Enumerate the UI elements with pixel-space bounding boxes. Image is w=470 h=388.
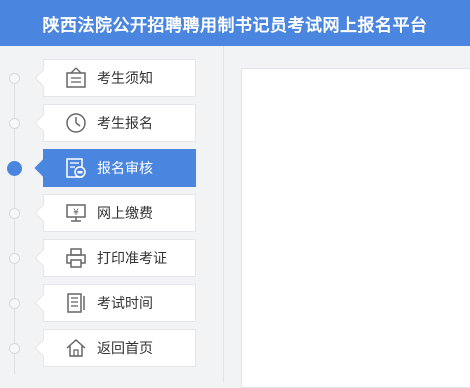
nav-label: 报名审核 [97,161,153,177]
printer-icon [64,246,88,270]
nav-label: 网上缴费 [97,206,153,222]
step-dot [9,253,20,264]
review-icon [64,156,88,180]
home-icon [64,336,88,360]
step-dot [9,343,20,354]
clock-icon [64,111,88,135]
step-dot [9,73,20,84]
svg-text:¥: ¥ [73,208,79,218]
nav-item-exam-time[interactable]: 考试时间 [34,284,196,322]
nav-item-print-admission[interactable]: 打印准考证 [34,239,196,277]
nav-label: 打印准考证 [97,251,167,267]
step-dot [9,298,20,309]
document-icon [64,291,88,315]
step-dot-active [7,161,22,176]
nav-item-home[interactable]: 返回首页 [34,329,196,367]
nav-label: 返回首页 [97,341,153,357]
page-title: 陕西法院公开招聘聘用制书记员考试网上报名平台 [42,15,428,36]
nav-item-register[interactable]: 考生报名 [34,104,196,142]
nav-item-review[interactable]: 报名审核 [34,149,196,187]
nav-label: 考试时间 [97,296,153,312]
nav-item-payment[interactable]: ¥ 网上缴费 [34,194,196,232]
nav-item-notice[interactable]: 考生须知 [34,59,196,97]
sidebar-divider [223,46,224,383]
step-dot [9,118,20,129]
payment-monitor-icon: ¥ [64,201,88,225]
page-header: 陕西法院公开招聘聘用制书记员考试网上报名平台 [0,0,470,46]
step-dot [9,208,20,219]
notice-board-icon [64,66,88,90]
nav-label: 考生须知 [97,71,153,87]
content-panel [241,68,470,388]
nav-label: 考生报名 [97,116,153,132]
